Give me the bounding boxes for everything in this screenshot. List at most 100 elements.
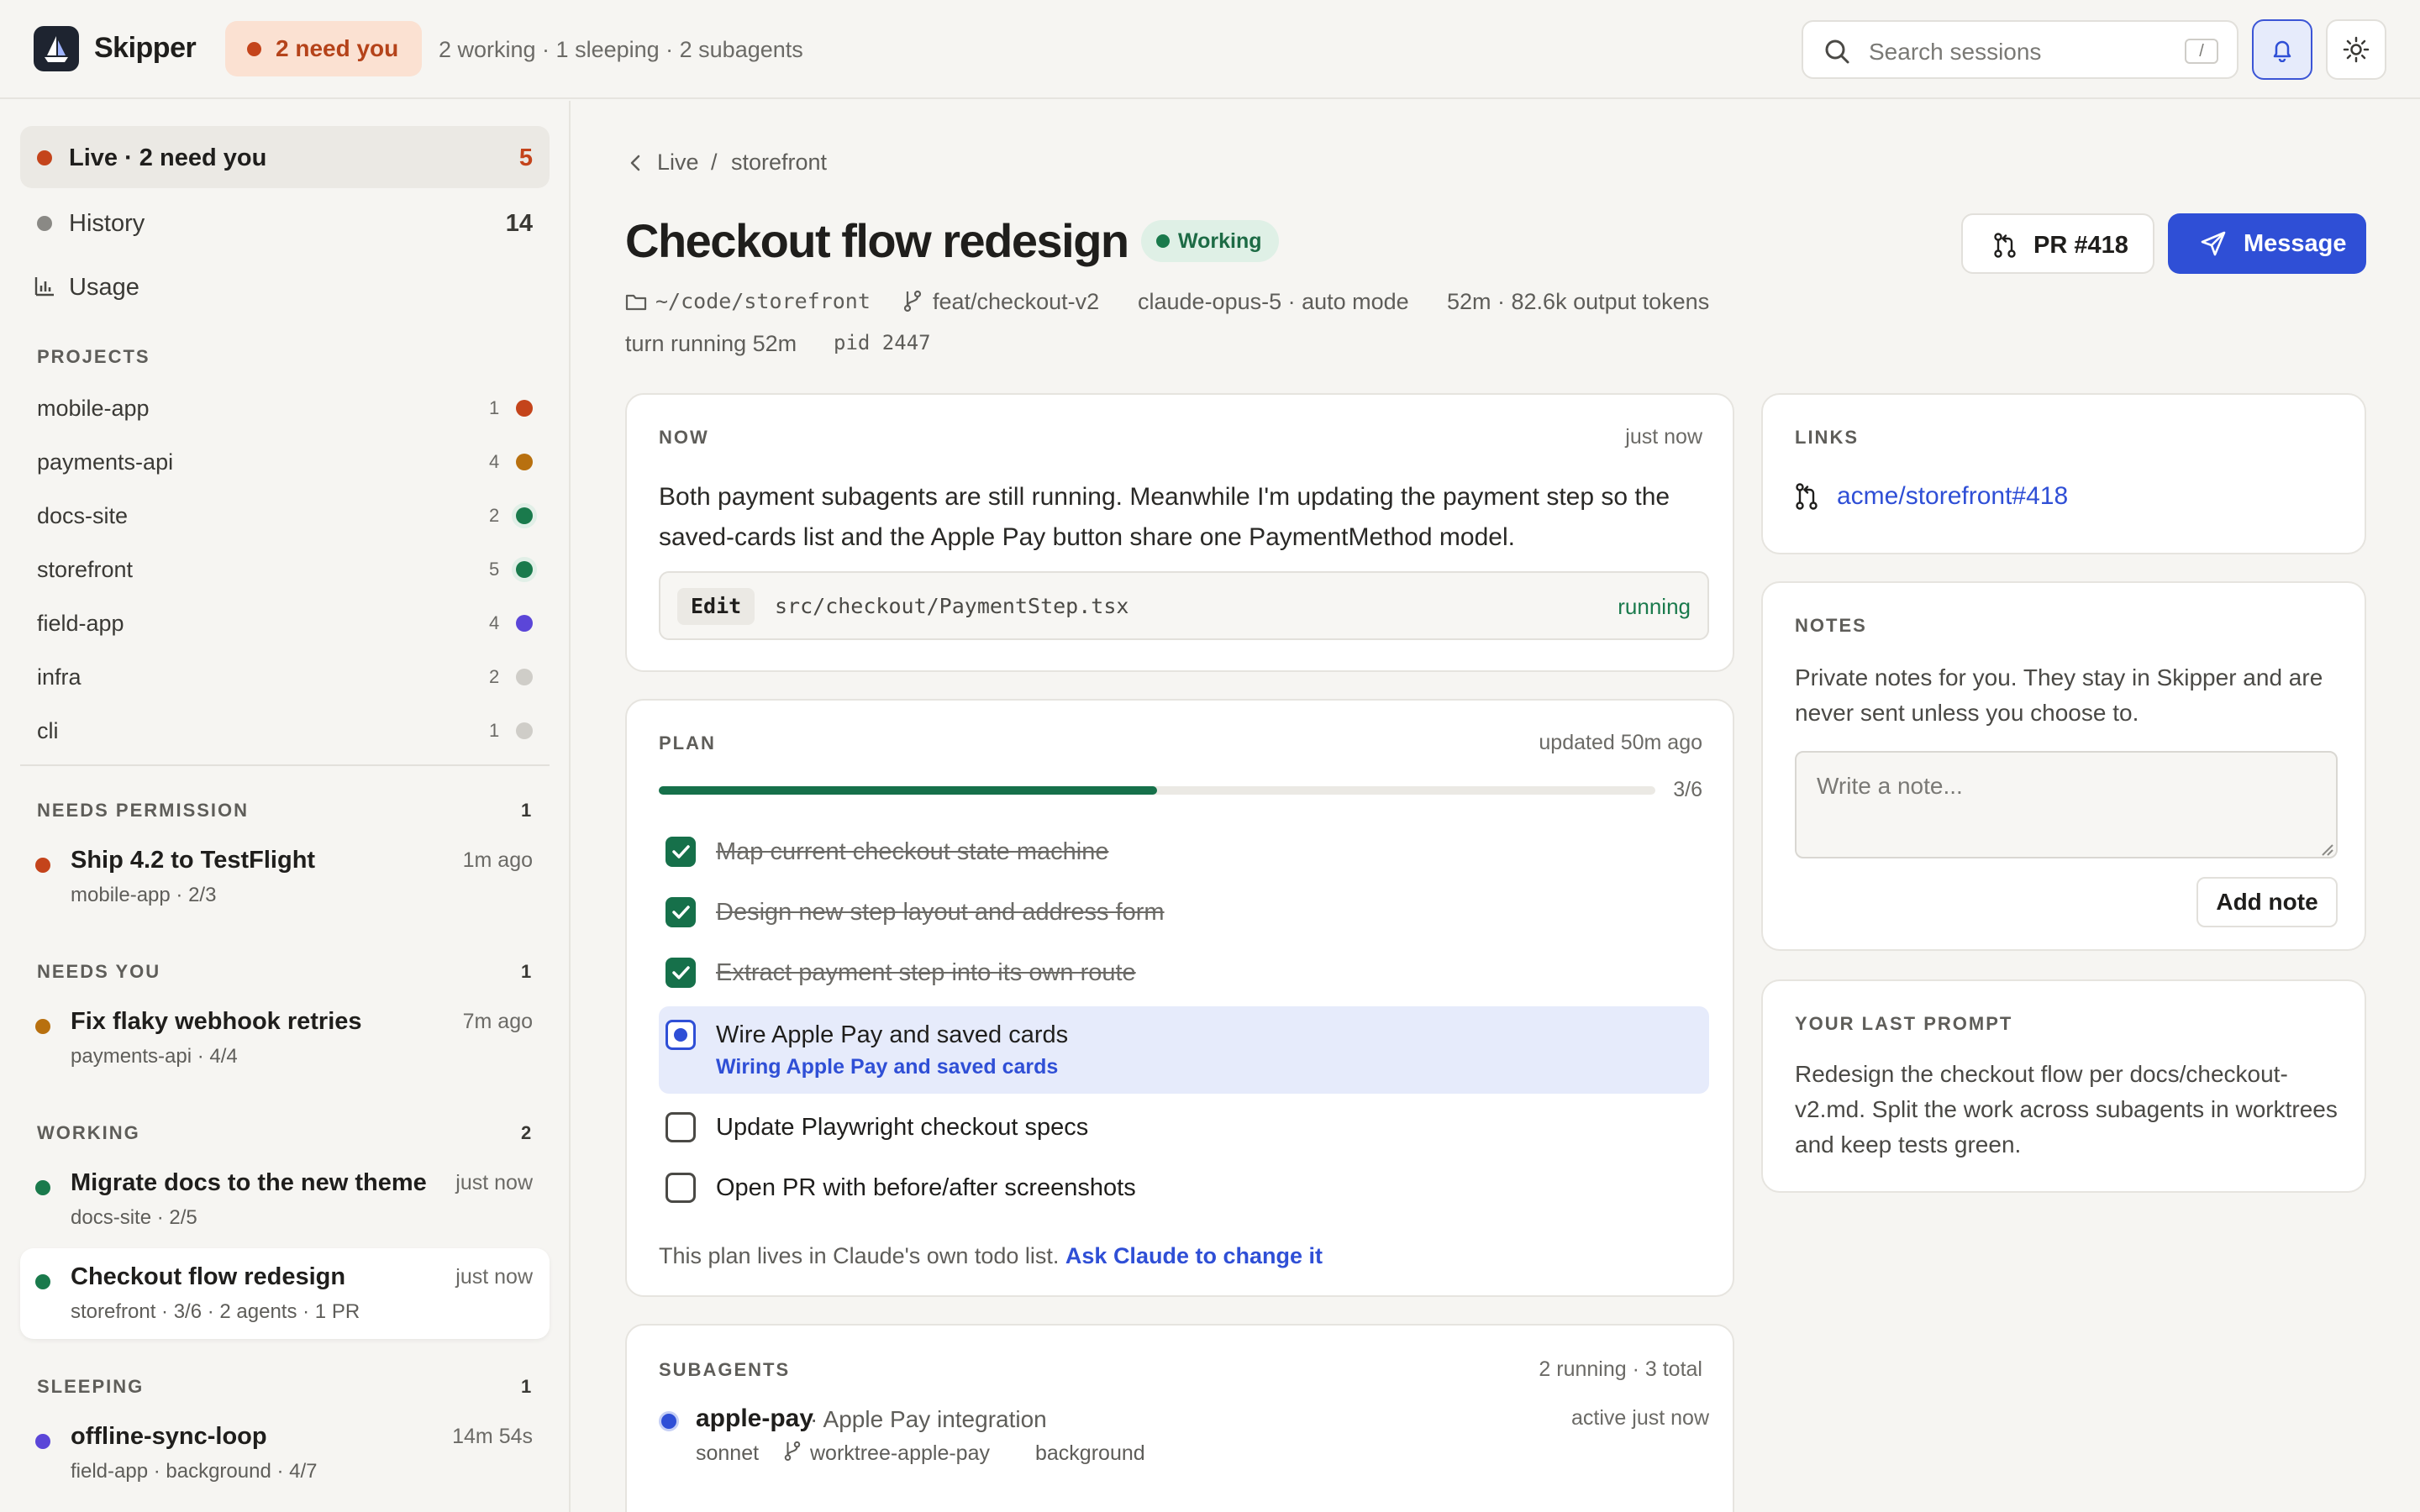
last-prompt-label: YOUR LAST PROMPT bbox=[1795, 1013, 2013, 1034]
session-ship-testflight[interactable]: Ship 4.2 to TestFlight 1m ago mobile-app… bbox=[20, 832, 550, 922]
subagents-summary: 2 running · 3 total bbox=[1539, 1357, 1702, 1381]
subagent-model: sonnet bbox=[696, 1441, 760, 1465]
skipper-logo[interactable] bbox=[34, 26, 79, 71]
subagent-row[interactable]: apple-pay · Apple Pay integration active… bbox=[659, 1404, 1709, 1505]
plan-progress-fill bbox=[659, 786, 1157, 795]
nav-live-count: 5 bbox=[518, 144, 533, 171]
task-label: Update Playwright checkout specs bbox=[716, 1114, 1089, 1141]
session-title: Checkout flow redesign bbox=[71, 1263, 346, 1290]
project-count: 2 bbox=[489, 505, 500, 526]
session-migrate-docs[interactable]: Migrate docs to the new theme just now d… bbox=[20, 1154, 550, 1245]
message-button[interactable]: Message bbox=[2168, 213, 2366, 274]
bell-icon bbox=[2273, 40, 2291, 62]
project-storefront[interactable]: storefront 5 bbox=[37, 553, 533, 586]
subagent-name: apple-pay bbox=[696, 1404, 814, 1432]
group-heading-needs-you: NEEDS YOU 1 bbox=[37, 961, 531, 983]
task-checkbox-unchecked[interactable] bbox=[666, 1173, 696, 1203]
plan-footer: This plan lives in Claude's own todo lis… bbox=[659, 1243, 1323, 1269]
pull-request-icon bbox=[1796, 483, 1818, 510]
project-name: field-app bbox=[37, 611, 124, 636]
project-mobile-app[interactable]: mobile-app 1 bbox=[37, 391, 533, 425]
task-checkbox-unchecked[interactable] bbox=[666, 1112, 696, 1142]
theme-toggle-button[interactable] bbox=[2326, 19, 2386, 80]
plan-progress-text: 3/6 bbox=[1673, 778, 1702, 801]
pr-link[interactable]: acme/storefront#418 bbox=[1837, 482, 2068, 511]
task-checkbox-checked[interactable] bbox=[666, 837, 696, 867]
nav-history-label: History bbox=[69, 210, 145, 237]
project-payments-api[interactable]: payments-api 4 bbox=[37, 445, 533, 479]
project-name: docs-site bbox=[37, 503, 129, 528]
session-time: 1m ago bbox=[462, 848, 533, 872]
task-checkbox-checked[interactable] bbox=[666, 897, 696, 927]
nav-live[interactable]: Live · 2 need you 5 bbox=[20, 126, 550, 188]
notifications-button[interactable] bbox=[2252, 19, 2312, 80]
session-status-dot bbox=[35, 1434, 50, 1449]
chevron-left-icon bbox=[630, 155, 640, 171]
session-offline-sync[interactable]: offline-sync-loop 14m 54s field-app · ba… bbox=[20, 1408, 550, 1499]
project-infra[interactable]: infra 2 bbox=[37, 660, 533, 694]
group-heading-label: WORKING bbox=[37, 1122, 140, 1143]
change-plan-link[interactable]: Ask Claude to change it bbox=[1065, 1243, 1323, 1268]
session-title: Fix flaky webhook retries bbox=[71, 1008, 362, 1035]
plan-task: Extract payment step into its own route bbox=[659, 944, 1709, 1003]
task-checkbox-in-progress[interactable] bbox=[666, 1020, 696, 1050]
nav-history[interactable]: History 14 bbox=[20, 192, 550, 254]
meta-pid: pid 2447 bbox=[834, 331, 931, 354]
session-time: just now bbox=[455, 1265, 533, 1289]
breadcrumb-back-link[interactable]: Live bbox=[657, 150, 699, 176]
group-heading-working: WORKING 2 bbox=[37, 1122, 531, 1144]
nav-usage[interactable]: Usage bbox=[20, 255, 550, 318]
tool-state: running bbox=[1618, 594, 1691, 619]
session-checkout-redesign[interactable]: Checkout flow redesign just now storefro… bbox=[20, 1248, 550, 1339]
breadcrumb-separator: / bbox=[711, 150, 718, 175]
plan-task: Design new step layout and address form bbox=[659, 884, 1709, 942]
subagent-worktree: worktree-apple-pay bbox=[810, 1441, 990, 1465]
git-branch-icon bbox=[784, 1441, 801, 1462]
task-checkbox-checked[interactable] bbox=[666, 958, 696, 988]
current-tool-call[interactable]: Edit src/checkout/PaymentStep.tsx runnin… bbox=[659, 571, 1709, 640]
subagent-activity: active just now bbox=[1571, 1406, 1709, 1430]
session-status-dot bbox=[35, 1180, 50, 1195]
nav-history-count: 14 bbox=[505, 210, 533, 237]
task-label: Open PR with before/after screenshots bbox=[716, 1174, 1136, 1201]
session-meta: docs-site · 2/5 bbox=[71, 1206, 197, 1229]
pr-button[interactable]: PR #418 bbox=[1961, 213, 2154, 274]
notes-description: Private notes for you. They stay in Skip… bbox=[1795, 664, 2323, 726]
last-prompt-text: Redesign the checkout flow per docs/chec… bbox=[1795, 1061, 2338, 1158]
note-input[interactable]: Write a note... bbox=[1795, 751, 2338, 858]
project-status-dot bbox=[516, 400, 533, 417]
check-icon bbox=[672, 906, 690, 919]
top-bar: Skipper 2 need you 2 working · 1 sleepin… bbox=[0, 0, 2420, 99]
task-label: Map current checkout state machine bbox=[716, 838, 1109, 865]
status-label: Working bbox=[1178, 229, 1262, 253]
tool-file: src/checkout/PaymentStep.tsx bbox=[775, 594, 1129, 618]
tool-name: Edit bbox=[677, 588, 755, 625]
search-shortcut-badge: / bbox=[2185, 39, 2218, 64]
subagent-description: · Apple Pay integration bbox=[810, 1406, 1047, 1432]
project-field-app[interactable]: field-app 4 bbox=[37, 606, 533, 640]
search-input[interactable]: Search sessions bbox=[1869, 39, 2041, 66]
project-docs-site[interactable]: docs-site 2 bbox=[37, 499, 533, 533]
session-meta: field-app · background · 4/7 bbox=[71, 1460, 318, 1483]
sailboat-icon bbox=[45, 36, 68, 62]
session-status-dot bbox=[35, 1274, 50, 1289]
search-box[interactable]: Search sessions / bbox=[1802, 20, 2238, 79]
session-time: just now bbox=[455, 1171, 533, 1194]
folder-icon bbox=[625, 294, 647, 311]
git-branch-icon bbox=[903, 290, 922, 312]
project-count: 4 bbox=[489, 612, 500, 633]
plan-updated: updated 50m ago bbox=[1539, 731, 1702, 754]
project-cli[interactable]: cli 1 bbox=[37, 714, 533, 748]
group-count: 2 bbox=[521, 1122, 532, 1143]
add-note-button[interactable]: Add note bbox=[2196, 877, 2338, 927]
global-status: 2 working · 1 sleeping · 2 subagents bbox=[439, 37, 803, 62]
sun-icon bbox=[2343, 36, 2370, 63]
need-you-pill[interactable]: 2 need you bbox=[225, 21, 423, 76]
resize-handle-icon[interactable] bbox=[2319, 842, 2334, 857]
links-card: LINKS acme/storefront#418 bbox=[1761, 393, 2366, 554]
subagents-label: SUBAGENTS bbox=[659, 1359, 791, 1380]
subagent-status-dot bbox=[659, 1411, 679, 1431]
plan-task: Map current checkout state machine bbox=[659, 823, 1709, 882]
meta-branch: feat/checkout-v2 bbox=[933, 289, 1100, 314]
session-webhook-retries[interactable]: Fix flaky webhook retries 7m ago payment… bbox=[20, 993, 550, 1084]
